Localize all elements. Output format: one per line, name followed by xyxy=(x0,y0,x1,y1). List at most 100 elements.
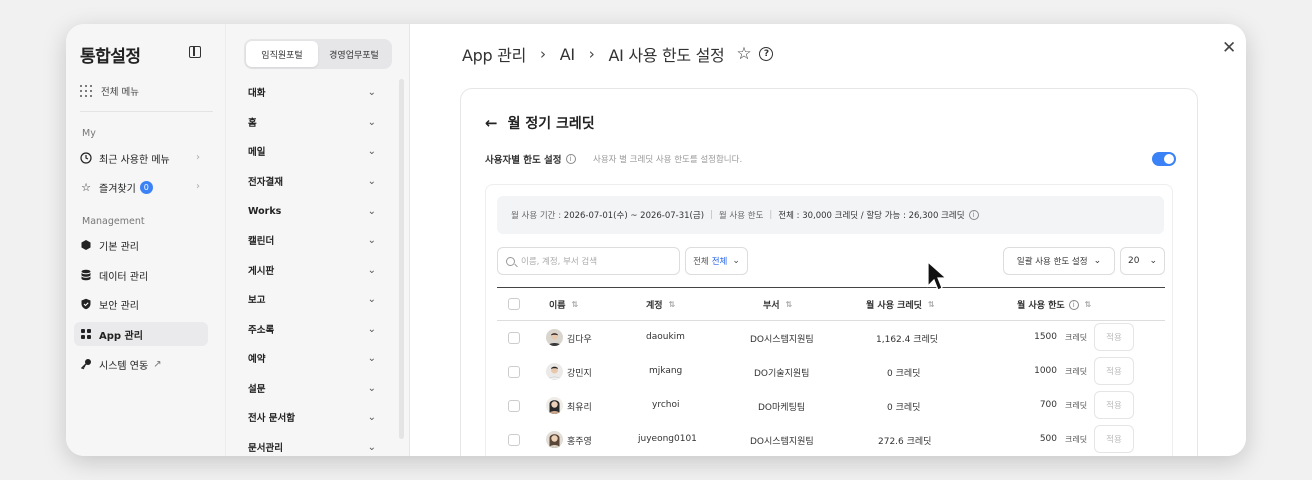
menu-item[interactable]: 메일 ⌄ xyxy=(248,141,376,161)
sort-icon: ⇅ xyxy=(571,300,579,309)
menu-item[interactable]: 주소록 ⌄ xyxy=(248,319,376,339)
menu-item[interactable]: 보고 ⌄ xyxy=(248,289,376,309)
sidebar-item-favorites[interactable]: ☆ 즐겨찾기 0 › xyxy=(74,175,208,199)
apply-button[interactable]: 적용 xyxy=(1094,391,1134,419)
section-management: Management xyxy=(82,216,145,227)
menu-item-label: 설문 xyxy=(248,384,266,395)
chevron-down-icon: ⌄ xyxy=(367,264,376,276)
separator: | xyxy=(769,210,773,220)
cube-icon xyxy=(80,239,92,251)
menu-item[interactable]: 설문 ⌄ xyxy=(248,378,376,398)
avatar xyxy=(546,329,563,346)
cell-used: 0 크레딧 xyxy=(887,403,921,413)
sidebar-item-recent[interactable]: 최근 사용한 메뉴 › xyxy=(74,146,208,170)
cell-limit[interactable]: 1000 xyxy=(1033,366,1057,376)
cell-unit: 크레딧 xyxy=(1065,435,1088,444)
cell-limit[interactable]: 1500 xyxy=(1033,332,1057,342)
cell-name: 강민지 xyxy=(567,369,592,379)
cell-limit[interactable]: 500 xyxy=(1033,434,1057,444)
chevron-down-icon: ⌄ xyxy=(367,293,376,305)
sidebar-item-label: 즐겨찾기 xyxy=(99,183,136,195)
sidebar-item-label: 데이터 관리 xyxy=(99,271,149,283)
sidebar-item-integration[interactable]: 시스템 연동 ↗ xyxy=(74,352,208,376)
cell-dept: DO마케팅팀 xyxy=(758,403,806,413)
row-checkbox[interactable] xyxy=(508,434,520,446)
sidebar-item-app[interactable]: App 관리 xyxy=(74,322,208,346)
chevron-down-icon: ⌄ xyxy=(367,234,376,246)
cell-unit: 크레딧 xyxy=(1065,333,1088,342)
info-icon[interactable]: i xyxy=(968,210,979,220)
cell-used: 1,162.4 크레딧 xyxy=(876,335,939,345)
menu-item[interactable]: Works ⌄ xyxy=(248,201,376,221)
row-checkbox[interactable] xyxy=(508,366,520,378)
close-icon[interactable]: ✕ xyxy=(1222,38,1236,58)
row-checkbox[interactable] xyxy=(508,332,520,344)
tab-business-portal[interactable]: 경영업무포털 xyxy=(318,41,390,67)
avatar xyxy=(546,363,563,380)
chevron-right-icon: › xyxy=(588,45,595,63)
column-header-used[interactable]: 월 사용 크레딧 ⇅ xyxy=(866,298,935,311)
cell-name: 최유리 xyxy=(567,403,592,413)
chevron-down-icon: ⌄ xyxy=(367,175,376,187)
column-header-limit[interactable]: 월 사용 한도 i ⇅ xyxy=(1017,298,1091,311)
tab-employee-portal[interactable]: 임직원포털 xyxy=(246,41,318,67)
bulk-limit-button[interactable]: 일괄 사용 한도 설정 ⌄ xyxy=(1003,247,1115,275)
apply-button[interactable]: 적용 xyxy=(1094,323,1134,351)
menu-item-label: Works xyxy=(248,205,282,217)
menu-item[interactable]: 전사 문서함 ⌄ xyxy=(248,407,376,427)
page-title-text: 월 정기 크레딧 xyxy=(507,116,595,132)
sidebar-item-basic[interactable]: 기본 관리 xyxy=(74,233,208,257)
sidebar-item-security[interactable]: 보안 관리 xyxy=(74,292,208,316)
sidebar-toggle-icon[interactable] xyxy=(189,46,201,58)
column-header-account[interactable]: 계정 ⇅ xyxy=(646,298,675,311)
breadcrumb-current: AI 사용 한도 설정 xyxy=(608,46,725,65)
info-icon[interactable]: i xyxy=(1068,299,1079,310)
column-header-dept[interactable]: 부서 ⇅ xyxy=(763,298,792,311)
menu-item[interactable]: 대화 ⌄ xyxy=(248,82,376,102)
cell-dept: DO기술지원팀 xyxy=(754,369,810,379)
all-menu-button[interactable]: 전체 메뉴 xyxy=(80,84,139,98)
help-icon[interactable]: ? xyxy=(759,47,774,61)
info-icon[interactable]: i xyxy=(565,154,576,164)
apply-button[interactable]: 적용 xyxy=(1094,425,1134,453)
select-all-checkbox[interactable] xyxy=(508,298,520,310)
menu-item[interactable]: 예약 ⌄ xyxy=(248,348,376,368)
menu-scrollbar[interactable] xyxy=(399,79,404,439)
star-icon: ☆ xyxy=(81,180,91,194)
chevron-down-icon: ⌄ xyxy=(367,323,376,335)
apps-icon xyxy=(80,328,92,340)
search-input[interactable]: 이름, 계정, 부서 검색 xyxy=(497,247,680,275)
breadcrumb: App 관리 › AI › AI 사용 한도 설정 ☆ ? xyxy=(462,42,774,66)
cell-account: yrchoi xyxy=(652,400,680,410)
row-checkbox[interactable] xyxy=(508,400,520,412)
cell-account: juyeong0101 xyxy=(638,434,697,444)
cell-limit[interactable]: 700 xyxy=(1033,400,1057,410)
sidebar-item-data[interactable]: 데이터 관리 xyxy=(74,263,208,287)
favorite-star-icon[interactable]: ☆ xyxy=(736,44,751,64)
sort-icon: ⇅ xyxy=(785,300,793,309)
page-size-select[interactable]: 20 ⌄ xyxy=(1120,247,1165,275)
apply-button[interactable]: 적용 xyxy=(1094,357,1134,385)
main-content: App 관리 › AI › AI 사용 한도 설정 ☆ ? ✕ ← 월 정기 크… xyxy=(410,24,1246,456)
menu-item-label: 예약 xyxy=(248,354,266,365)
page-size-value: 20 xyxy=(1128,256,1140,266)
back-arrow-icon[interactable]: ← xyxy=(485,114,498,132)
limit-toggle[interactable] xyxy=(1152,152,1176,166)
grid-icon xyxy=(80,85,92,97)
menu-item[interactable]: 홈 ⌄ xyxy=(248,112,376,132)
shield-icon xyxy=(80,298,92,310)
column-header-name[interactable]: 이름 ⇅ xyxy=(549,298,578,311)
menu-item[interactable]: 전자결재 ⌄ xyxy=(248,171,376,191)
cell-name: 김다우 xyxy=(567,335,592,345)
filter-dropdown[interactable]: 전체 전체 ⌄ xyxy=(685,247,748,275)
menu-item[interactable]: 캘린더 ⌄ xyxy=(248,230,376,250)
database-icon xyxy=(80,269,92,281)
search-icon xyxy=(506,256,515,266)
breadcrumb-item[interactable]: App 관리 xyxy=(462,42,526,66)
menu-item[interactable]: 게시판 ⌄ xyxy=(248,260,376,280)
search-placeholder: 이름, 계정, 부서 검색 xyxy=(521,257,598,267)
sidebar-item-label: App 관리 xyxy=(99,330,143,342)
menu-item[interactable]: 문서관리 ⌄ xyxy=(248,437,376,456)
breadcrumb-item[interactable]: AI xyxy=(560,45,575,64)
favorites-count-badge: 0 xyxy=(139,180,153,194)
